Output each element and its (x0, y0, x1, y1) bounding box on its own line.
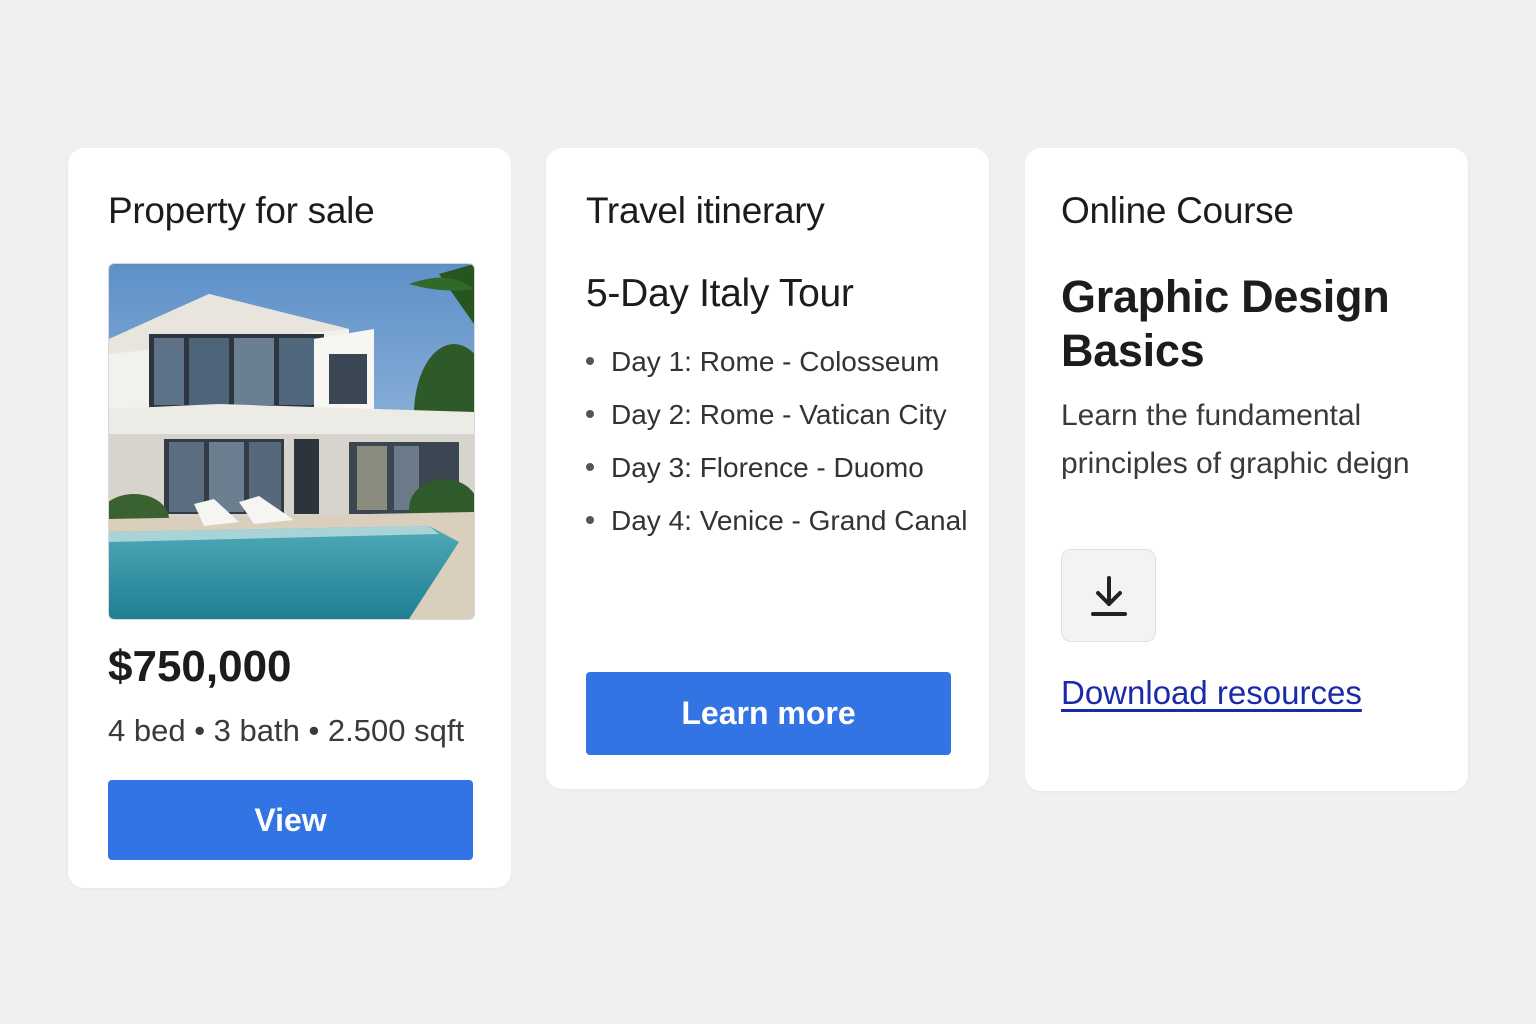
bullet-icon (586, 516, 594, 524)
tour-title: 5-Day Italy Tour (586, 272, 854, 315)
property-price: $750,000 (108, 642, 292, 691)
itinerary-item-text: Day 1: Rome - Colosseum (611, 346, 940, 377)
card-title: Property for sale (108, 190, 375, 231)
travel-card: Travel itinerary 5-Day Italy Tour Day 1:… (546, 148, 989, 789)
download-button[interactable] (1061, 549, 1156, 642)
bullet-icon (586, 463, 594, 471)
bullet-icon (586, 410, 594, 418)
download-icon (1090, 575, 1127, 616)
download-resources-link[interactable]: Download resources (1061, 674, 1362, 712)
property-card: Property for sale $750,000 4 bed • 3 bat… (68, 148, 511, 888)
course-card: Online Course Graphic Design Basics Lear… (1025, 148, 1468, 791)
itinerary-item: Day 1: Rome - Colosseum (586, 340, 976, 383)
itinerary-item-text: Day 2: Rome - Vatican City (611, 399, 947, 430)
property-photo (108, 263, 475, 620)
course-description: Learn the fundamental principles of grap… (1061, 399, 1410, 480)
itinerary-item: Day 2: Rome - Vatican City (586, 393, 976, 436)
itinerary-item-text: Day 3: Florence - Duomo (611, 452, 924, 483)
itinerary-item: Day 4: Venice - Grand Canal (586, 499, 976, 542)
card-title: Online Course (1061, 190, 1294, 231)
itinerary-item-text: Day 4: Venice - Grand Canal (611, 505, 968, 536)
property-specs: 4 bed • 3 bath • 2.500 sqft (108, 713, 465, 748)
itinerary-item: Day 3: Florence - Duomo (586, 446, 976, 489)
bullet-icon (586, 357, 594, 365)
itinerary-list: Day 1: Rome - Colosseum Day 2: Rome - Va… (586, 340, 976, 552)
view-button[interactable]: View (108, 780, 473, 860)
course-title: Graphic Design Basics (1061, 271, 1390, 376)
card-title: Travel itinerary (586, 190, 825, 231)
learn-more-button[interactable]: Learn more (586, 672, 951, 755)
